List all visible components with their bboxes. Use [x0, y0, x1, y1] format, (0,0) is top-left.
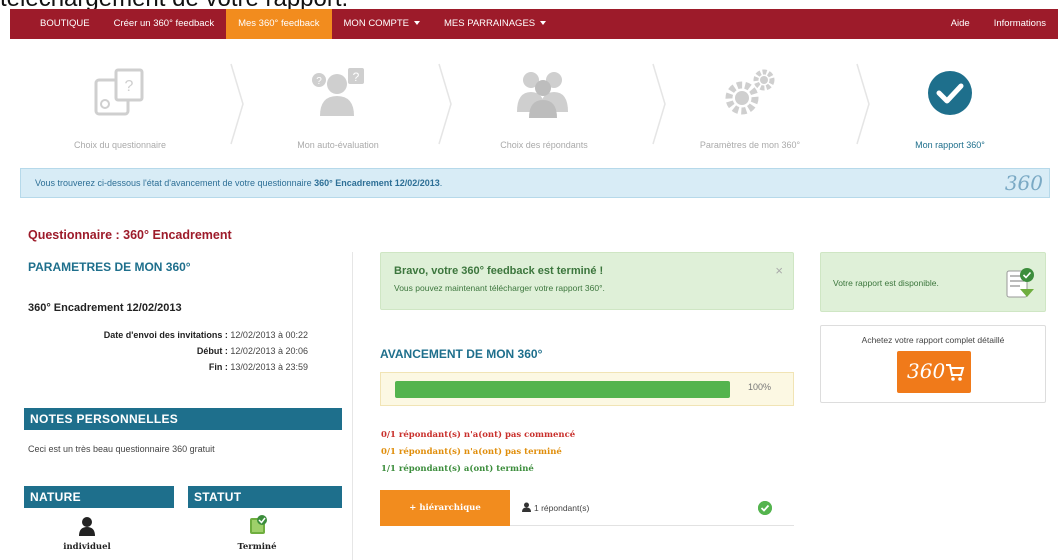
notes-text: Ceci est un très beau questionnaire 360 …	[28, 444, 215, 454]
step-label: Paramètres de mon 360°	[699, 140, 801, 150]
buy-logo-360: 360	[907, 359, 946, 383]
buy-report-text: Achetez votre rapport complet détaillé	[861, 335, 1005, 345]
statut-title: STATUT	[188, 486, 342, 508]
add-hierarchy-label: + hiérarchique	[409, 503, 481, 513]
nav-my-account-label: MON COMPTE	[343, 18, 409, 29]
param-label: Fin :	[208, 362, 228, 372]
svg-text:?: ?	[125, 78, 134, 95]
top-navigation: BOUTIQUE Créer un 360° feedback Mes 360°…	[10, 9, 1058, 39]
self-evaluation-icon: ? ?	[312, 68, 364, 116]
info-bar: Vous trouverez ci-dessous l'état d'avanc…	[20, 168, 1050, 198]
progress-bar	[395, 381, 730, 398]
left-column: PARAMETRES DE MON 360° 360° Encadrement …	[24, 260, 346, 552]
info-text: Vous trouverez ci-dessous l'état d'avanc…	[35, 178, 315, 188]
questionnaire-title: Questionnaire : 360° Encadrement	[28, 228, 232, 242]
param-value: 12/02/2013 à 20:06	[227, 346, 308, 356]
progress-percent: 100%	[747, 382, 771, 392]
nav-create-360[interactable]: Créer un 360° feedback	[102, 9, 226, 39]
respondents-icon	[517, 72, 568, 118]
progress-bar-fill	[395, 381, 730, 398]
chevron-down-icon	[413, 21, 420, 26]
alert-text: Vous pouvez maintenant télécharger votre…	[394, 283, 605, 293]
param-row-end: Fin : 13/02/2013 à 23:59	[28, 362, 308, 372]
step-respondents[interactable]: Choix des répondants	[444, 60, 644, 160]
add-hierarchy-button[interactable]: + hiérarchique	[380, 490, 510, 526]
step-label: Choix des répondants	[500, 140, 588, 150]
param-row-start: Début : 12/02/2013 à 20:06	[28, 346, 308, 356]
hierarchy-count-label: 1 répondant(s)	[534, 503, 590, 513]
statut-value: Terminé	[237, 542, 277, 552]
report-available-text: Votre rapport est disponible.	[833, 278, 939, 288]
step-self-evaluation[interactable]: ? ? Mon auto-évaluation	[238, 60, 438, 160]
steps-wizard: ? Choix du questionnaire ? ? Mon auto-év…	[20, 60, 1050, 160]
step-report[interactable]: Mon rapport 360°	[850, 60, 1050, 160]
column-divider	[352, 252, 353, 560]
close-icon[interactable]: ×	[775, 263, 783, 278]
params-title: PARAMETRES DE MON 360°	[28, 260, 191, 274]
hierarchy-row: + hiérarchique 1 répondant(s)	[380, 490, 794, 526]
progress-panel: 100%	[380, 372, 794, 406]
alert-title: Bravo, votre 360° feedback est terminé !	[394, 265, 604, 277]
params-name: 360° Encadrement 12/02/2013	[28, 302, 182, 314]
report-available-box: Votre rapport est disponible.	[820, 252, 1046, 312]
nature-title: NATURE	[24, 486, 174, 508]
buy-report-button[interactable]: 360	[897, 351, 971, 393]
svg-text:?: ?	[316, 76, 322, 87]
responses-not-started: 0/1 répondant(s) n'a(ont) pas commencé	[381, 430, 576, 440]
cart-icon	[946, 364, 965, 381]
nav-my-360-active[interactable]: Mes 360° feedback	[226, 9, 332, 39]
completed-status-icon	[250, 515, 267, 534]
nav-boutique[interactable]: BOUTIQUE	[10, 9, 102, 39]
check-icon	[758, 501, 772, 515]
param-value: 12/02/2013 à 00:22	[227, 330, 308, 340]
hierarchy-count: 1 répondant(s)	[522, 502, 589, 513]
param-row-invitations: Date d'envoi des invitations : 12/02/201…	[28, 330, 308, 340]
nature-value: individuel	[63, 542, 111, 552]
gears-icon	[725, 69, 775, 115]
responses-finished: 1/1 répondant(s) a(ont) terminé	[381, 464, 534, 474]
step-label: Mon auto-évaluation	[297, 140, 379, 150]
user-icon	[79, 517, 95, 536]
buy-report-box: Achetez votre rapport complet détaillé 3…	[820, 325, 1046, 403]
questionnaire-icon: ?	[94, 68, 144, 116]
progress-title: AVANCEMENT DE MON 360°	[380, 347, 543, 361]
user-icon	[522, 502, 531, 512]
nav-referrals[interactable]: MES PARRAINAGES	[432, 9, 558, 39]
download-report-icon[interactable]	[1005, 265, 1035, 299]
notes-title: NOTES PERSONNELLES	[24, 408, 342, 430]
nav-referrals-label: MES PARRAINAGES	[443, 18, 536, 29]
step-label: Choix du questionnaire	[73, 140, 167, 150]
nav-my-account[interactable]: MON COMPTE	[332, 9, 432, 39]
logo-360: 360	[1004, 171, 1043, 195]
step-questionnaire[interactable]: ? Choix du questionnaire	[20, 60, 220, 160]
param-label: Début :	[196, 346, 228, 356]
step-settings[interactable]: Paramètres de mon 360°	[650, 60, 850, 160]
nav-help[interactable]: Aide	[939, 9, 982, 39]
info-questionnaire-name: 360° Encadrement 12/02/2013	[314, 178, 440, 188]
nav-info[interactable]: Informations	[982, 9, 1058, 39]
chevron-down-icon	[540, 21, 547, 26]
responses-not-finished: 0/1 répondant(s) n'a(ont) pas terminé	[381, 447, 562, 457]
param-label: Date d'envoi des invitations :	[103, 330, 228, 340]
info-suffix: .	[439, 178, 443, 188]
step-label: Mon rapport 360°	[915, 140, 985, 150]
param-value: 13/02/2013 à 23:59	[227, 362, 308, 372]
success-alert: Bravo, votre 360° feedback est terminé !…	[380, 252, 794, 310]
svg-text:?: ?	[353, 70, 360, 84]
check-circle-icon	[928, 71, 972, 115]
